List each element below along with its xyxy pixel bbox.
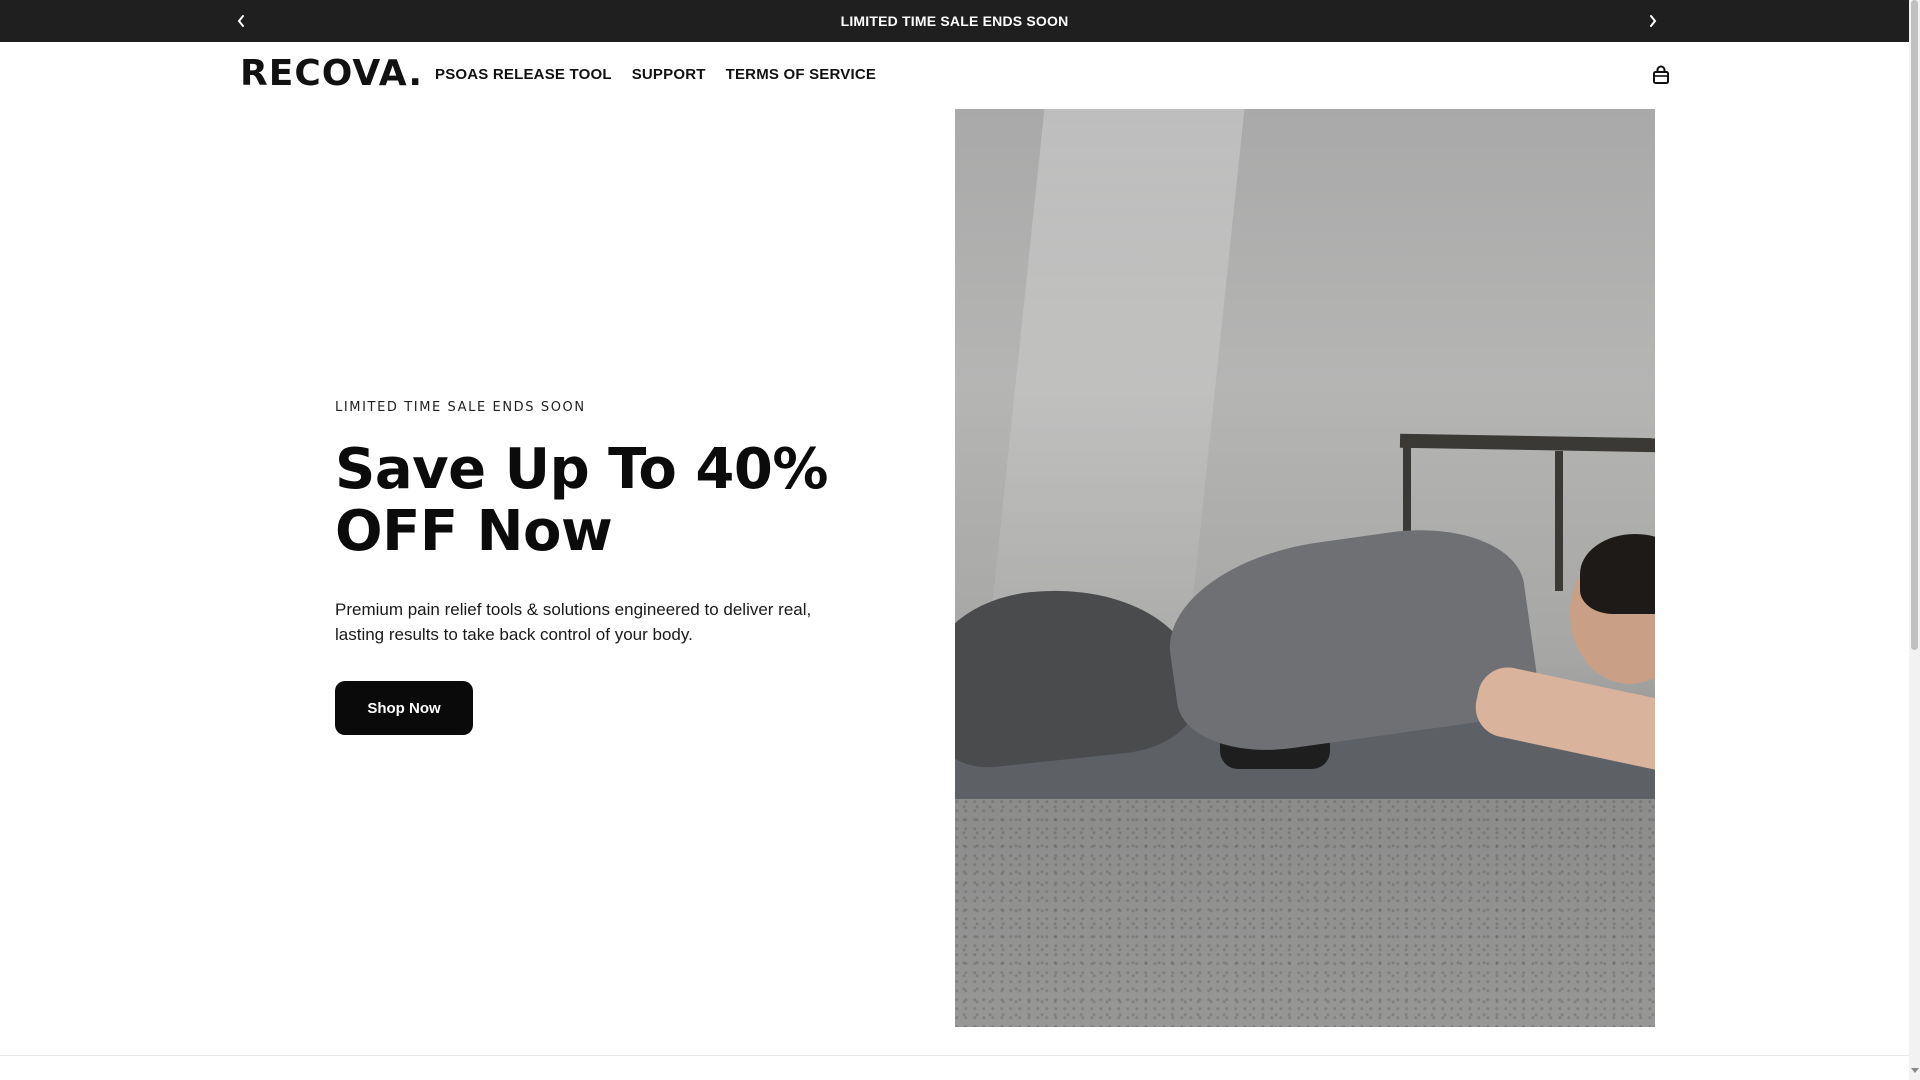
bench-top [1399,433,1655,453]
announcement-text: LIMITED TIME SALE ENDS SOON [840,13,1069,29]
logo[interactable]: RECOVA. [240,56,423,92]
announcement-bar: LIMITED TIME SALE ENDS SOON [0,0,1909,42]
hero-subtext: Premium pain relief tools & solutions en… [335,600,812,644]
main-nav: PSOAS RELEASE TOOL SUPPORT TERMS OF SERV… [435,66,876,83]
chevron-right-icon[interactable] [1643,11,1663,31]
floor [955,799,1655,1027]
hero-image [955,109,1655,1027]
bench-leg [1555,451,1563,591]
chevron-left-icon[interactable] [231,11,251,31]
site-header: RECOVA. PSOAS RELEASE TOOL SUPPORT TERMS… [0,42,1909,108]
person-hair [1580,534,1655,614]
page-scrollbar[interactable] [1909,0,1920,1080]
scrollbar-thumb[interactable] [1911,0,1918,650]
scroll-down-arrow-icon[interactable] [1911,1068,1919,1073]
hero-headline-line2: OFF Now [335,499,613,564]
nav-item-support[interactable]: SUPPORT [632,66,706,83]
shopping-bag-icon[interactable] [1650,64,1672,86]
hero-content: LIMITED TIME SALE ENDS SOON Save Up To 4… [335,400,855,735]
hero-headline-line1: Save Up To 40% [335,437,828,502]
nav-item-psoas-release-tool[interactable]: PSOAS RELEASE TOOL [435,66,612,83]
nav-item-terms-of-service[interactable]: TERMS OF SERVICE [726,66,876,83]
hero-eyebrow: LIMITED TIME SALE ENDS SOON [335,400,586,415]
section-divider [0,1055,1909,1056]
hero-headline: Save Up To 40% OFF Now [335,439,855,563]
shop-now-button[interactable]: Shop Now [335,681,473,735]
